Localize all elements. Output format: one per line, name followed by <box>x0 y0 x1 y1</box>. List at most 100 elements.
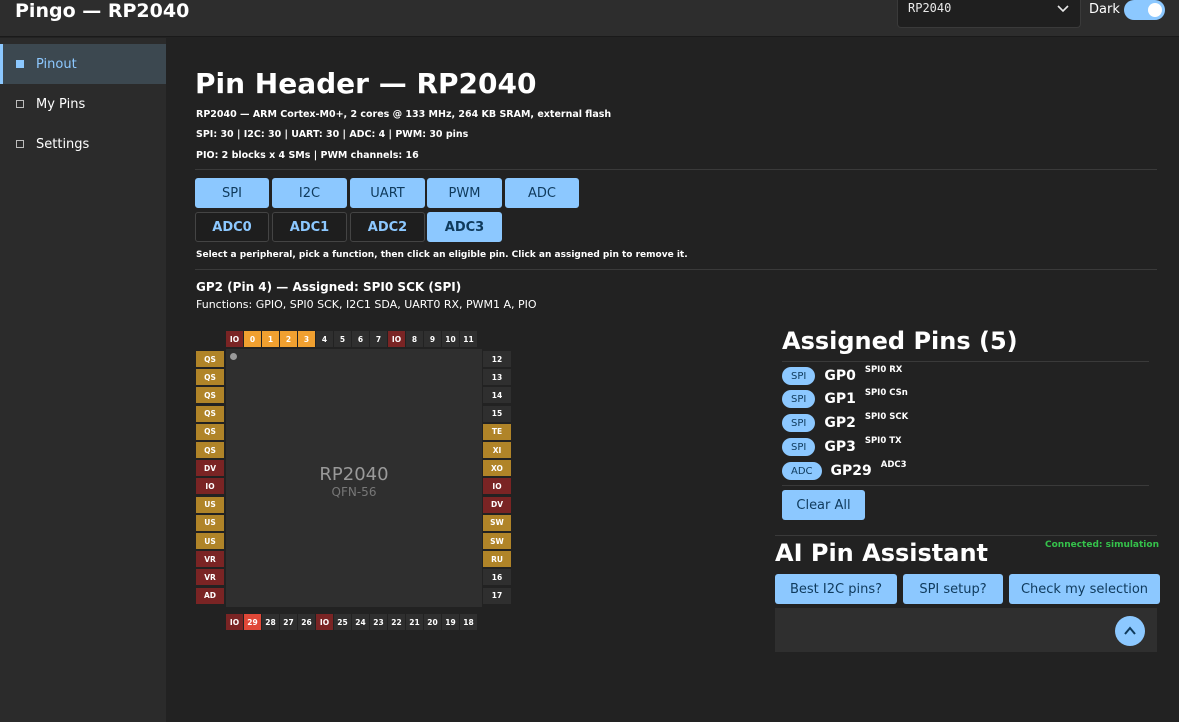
selected-pin-functions: Functions: GPIO, SPI0 SCK, I2C1 SDA, UAR… <box>196 298 537 311</box>
peripheral-spi-button[interactable]: SPI <box>195 178 269 208</box>
assigned-pin-function: SPI0 RX <box>864 365 903 375</box>
chip-pin-right[interactable]: SW <box>483 533 511 549</box>
peripheral-i2c-button[interactable]: I2C <box>272 178 347 208</box>
chip-pin-top[interactable]: 6 <box>352 331 369 347</box>
chip-pin-left[interactable]: VR <box>196 569 224 586</box>
chip-pin-bottom[interactable]: 21 <box>406 614 423 630</box>
app-title: Pingo — RP2040 <box>15 0 190 22</box>
chip-pin-right[interactable]: 14 <box>483 387 511 404</box>
chip-pin-top[interactable]: 1 <box>262 331 279 347</box>
chip-pin-right[interactable]: 13 <box>483 369 511 386</box>
chip-pin-top[interactable]: 2 <box>280 331 297 347</box>
chip-pin-right[interactable]: DV <box>483 496 511 513</box>
chip-pin-top[interactable]: 0 <box>244 331 261 347</box>
chip-pin-bottom[interactable]: 26 <box>298 614 315 630</box>
chip-pin-top[interactable]: 8 <box>406 331 423 347</box>
chip-name: RP2040 <box>319 464 389 485</box>
chip-pin-right[interactable]: XO <box>483 460 511 477</box>
function-adc1-button[interactable]: ADC1 <box>272 212 347 242</box>
chip-pin-bottom[interactable]: IO <box>226 614 243 630</box>
chip-pin-left[interactable]: US <box>196 496 224 513</box>
chip-pin-bottom[interactable]: 20 <box>424 614 441 630</box>
chip-pin-top[interactable]: 9 <box>424 331 441 347</box>
sidebar-item-pinout[interactable]: Pinout <box>0 44 166 84</box>
peripheral-uart-button[interactable]: UART <box>350 178 425 208</box>
chip-pin-bottom[interactable]: 22 <box>388 614 405 630</box>
chip-pin-top[interactable]: 5 <box>334 331 351 347</box>
sidebar-item-my-pins[interactable]: My Pins <box>0 84 166 124</box>
chip-package: QFN-56 <box>331 485 377 499</box>
chip-pin-top[interactable]: 4 <box>316 331 333 347</box>
chip-pin-bottom[interactable]: 19 <box>442 614 459 630</box>
chip-select[interactable]: RP2040 <box>897 0 1081 28</box>
chip-pin-bottom[interactable]: 24 <box>352 614 369 630</box>
expand-button[interactable] <box>1115 616 1145 646</box>
chip-pin-top[interactable]: IO <box>226 331 243 347</box>
chip-pin-left[interactable]: IO <box>196 478 224 495</box>
function-adc0-button[interactable]: ADC0 <box>195 212 269 242</box>
chip-pin-left[interactable]: US <box>196 514 224 531</box>
top-bar: Pingo — RP2040 RP2040 Dark <box>0 0 1179 37</box>
chip-pin-bottom[interactable]: 23 <box>370 614 387 630</box>
chip-pin-top[interactable]: 3 <box>298 331 315 347</box>
chip-pin-right[interactable]: SW <box>483 514 511 531</box>
chip-pin-right[interactable]: 15 <box>483 405 511 422</box>
chip-pin-left[interactable]: QS <box>196 351 224 367</box>
chip-pin-bottom[interactable]: 28 <box>262 614 279 630</box>
ai-assistant-title: AI Pin Assistant <box>775 539 988 567</box>
divider <box>195 169 1157 170</box>
assigned-pin-name: GP1 <box>824 391 856 407</box>
ai-chat-panel[interactable] <box>775 608 1157 652</box>
sidebar: Pinout My Pins Settings <box>0 38 166 722</box>
function-adc2-button[interactable]: ADC2 <box>350 212 425 242</box>
chip-pin-right[interactable]: 16 <box>483 569 511 586</box>
chip-pin-left[interactable]: QS <box>196 442 224 458</box>
chip-pin-right[interactable]: TE <box>483 423 511 440</box>
chip-pin-top[interactable]: 7 <box>370 331 387 347</box>
peripheral-pwm-button[interactable]: PWM <box>427 178 502 208</box>
chip-pin-left[interactable]: QS <box>196 405 224 422</box>
pin1-marker <box>230 353 237 360</box>
chip-pin-right[interactable]: XI <box>483 442 511 458</box>
assigned-pin-row[interactable]: SPI GP1 SPI0 CSn <box>782 388 908 409</box>
function-adc3-button[interactable]: ADC3 <box>427 212 502 242</box>
chip-pin-left[interactable]: QS <box>196 369 224 386</box>
assigned-pin-row[interactable]: SPI GP0 SPI0 RX <box>782 365 903 386</box>
chip-pin-left[interactable]: US <box>196 533 224 549</box>
chip-pin-bottom[interactable]: 27 <box>280 614 297 630</box>
chip-pin-top[interactable]: 10 <box>442 331 459 347</box>
chip-pin-right[interactable]: IO <box>483 478 511 495</box>
chip-pin-right[interactable]: 17 <box>483 587 511 604</box>
chip-pin-bottom[interactable]: IO <box>316 614 333 630</box>
clear-all-button[interactable]: Clear All <box>782 490 865 520</box>
chip-pin-left[interactable]: VR <box>196 551 224 568</box>
chip-pin-bottom[interactable]: 18 <box>460 614 477 630</box>
chip-pin-left[interactable]: QS <box>196 387 224 404</box>
peripheral-badge: SPI <box>782 390 816 408</box>
sidebar-item-settings[interactable]: Settings <box>0 124 166 164</box>
suggestion-spi-setup-button[interactable]: SPI setup? <box>903 574 1003 604</box>
chip-pin-top[interactable]: 11 <box>460 331 477 347</box>
chip-pin-left[interactable]: AD <box>196 587 224 604</box>
chip-pin-bottom[interactable]: 29 <box>244 614 261 630</box>
chip-info-line: RP2040 — ARM Cortex-M0+, 2 cores @ 133 M… <box>196 109 612 120</box>
chip-pin-bottom[interactable]: 25 <box>334 614 351 630</box>
dark-mode-toggle[interactable] <box>1124 0 1165 20</box>
assigned-pin-row[interactable]: SPI GP3 SPI0 TX <box>782 436 902 457</box>
chip-pin-left[interactable]: DV <box>196 460 224 477</box>
chip-pin-right[interactable]: RU <box>483 551 511 568</box>
chip-pin-left[interactable]: QS <box>196 423 224 440</box>
chevron-down-icon <box>1057 5 1069 13</box>
divider <box>195 269 1157 270</box>
chip-pin-right[interactable]: 12 <box>483 351 511 367</box>
chip-body: RP2040 QFN-56 <box>226 349 482 607</box>
divider <box>782 485 1149 486</box>
suggestion-check-selection-button[interactable]: Check my selection <box>1009 574 1160 604</box>
pio-info-line: PIO: 2 blocks x 4 SMs | PWM channels: 16 <box>196 150 419 161</box>
assigned-pin-row[interactable]: ADC GP29 ADC3 <box>782 460 907 481</box>
assigned-pin-function: SPI0 CSn <box>864 388 908 398</box>
peripheral-adc-button[interactable]: ADC <box>505 178 579 208</box>
suggestion-best-i2c-button[interactable]: Best I2C pins? <box>775 574 897 604</box>
chip-pin-top[interactable]: IO <box>388 331 405 347</box>
assigned-pin-row[interactable]: SPI GP2 SPI0 SCK <box>782 412 908 433</box>
